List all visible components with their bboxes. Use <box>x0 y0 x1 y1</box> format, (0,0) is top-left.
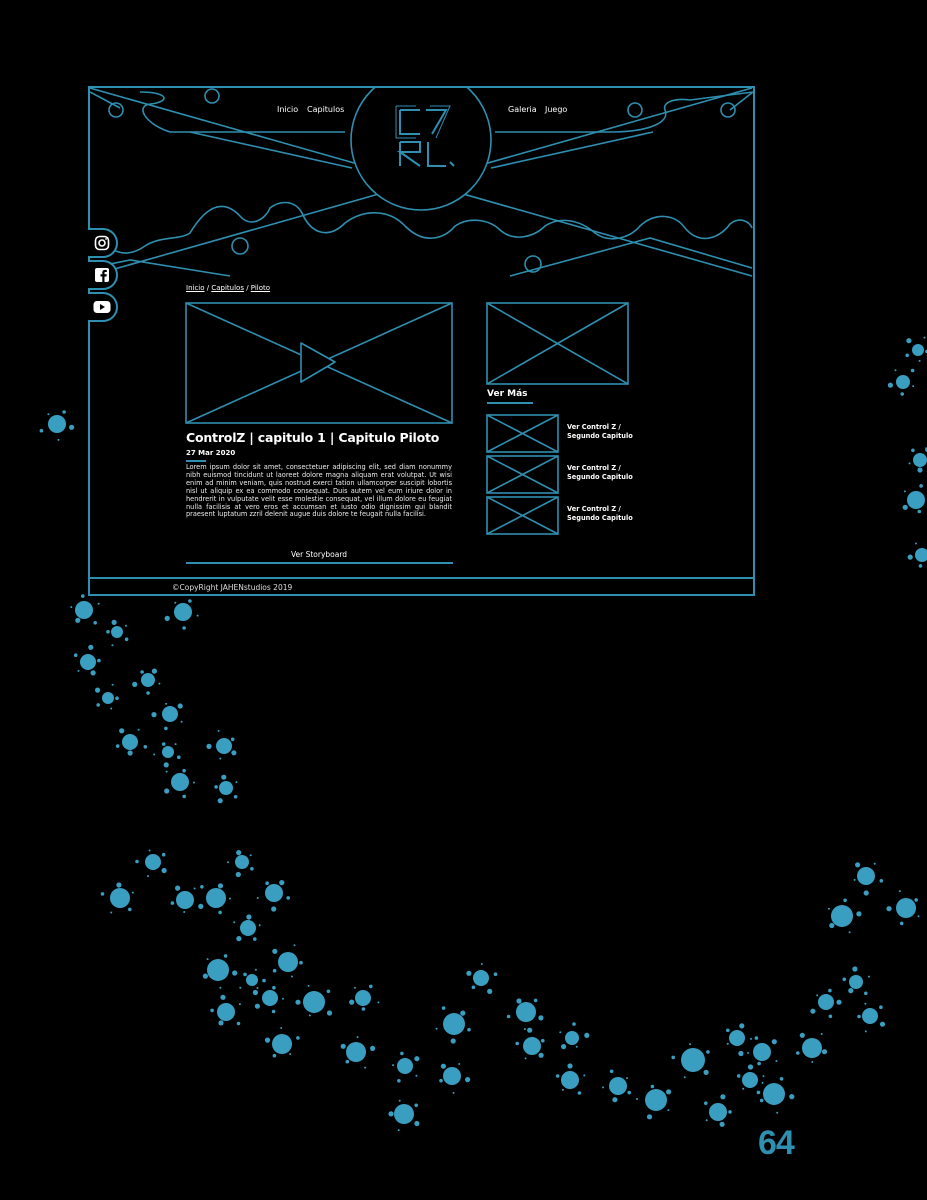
article-body: Lorem ipsum dolor sit amet, consectetuer… <box>186 463 452 519</box>
header-illustration <box>90 88 753 277</box>
facebook-button[interactable] <box>88 260 118 290</box>
nav-capitulos[interactable]: Capitulos <box>307 105 344 114</box>
breadcrumb-separator: / <box>243 284 251 292</box>
facebook-icon <box>95 268 109 282</box>
nav-inicio[interactable]: Inicio <box>277 105 298 114</box>
related-episode-3[interactable]: Ver Control Z / Segundo Capitulo <box>486 496 706 536</box>
nav-galeria[interactable]: Galeria <box>508 105 537 114</box>
video-player[interactable] <box>185 302 453 424</box>
related-label: Ver Control Z / Segundo Capitulo <box>567 505 633 522</box>
breadcrumb-capitulos[interactable]: Capitulos <box>211 284 244 292</box>
youtube-button[interactable] <box>88 292 118 322</box>
storyboard-underline <box>186 562 453 564</box>
related-thumbnail <box>486 455 559 494</box>
footer-divider <box>88 577 755 579</box>
copyright-text: ©CopyRight JAHENstudios 2019 <box>172 583 293 592</box>
ver-mas-underline <box>487 402 533 404</box>
related-thumbnail <box>486 414 559 453</box>
youtube-icon <box>93 301 111 313</box>
article-title: ControlZ | capitulo 1 | Capitulo Piloto <box>186 430 440 445</box>
ver-mas-heading: Ver Más <box>487 389 528 399</box>
page-number: 64 <box>758 1124 795 1162</box>
related-label: Ver Control Z / Segundo Capitulo <box>567 464 633 481</box>
related-thumbnail <box>486 496 559 535</box>
related-label: Ver Control Z / Segundo Capitulo <box>567 423 633 440</box>
storyboard-link[interactable]: Ver Storyboard <box>186 550 452 559</box>
related-episode-1[interactable]: Ver Control Z / Segundo Capitulo <box>486 414 706 454</box>
nav-juego[interactable]: Juego <box>545 105 567 114</box>
instagram-button[interactable] <box>88 228 118 258</box>
breadcrumb: Inicio / Capitulos / Piloto <box>186 284 270 292</box>
breadcrumb-piloto[interactable]: Piloto <box>251 284 270 292</box>
breadcrumb-inicio[interactable]: Inicio <box>186 284 205 292</box>
related-episode-2[interactable]: Ver Control Z / Segundo Capitulo <box>486 455 706 495</box>
article-date: 27 Mar 2020 <box>186 449 236 457</box>
wireframe-mockup: Inicio Capitulos Galeria Juego Inicio / … <box>88 86 755 596</box>
sidebar-image-placeholder <box>486 302 629 385</box>
date-underline <box>186 460 206 462</box>
play-icon[interactable] <box>300 342 336 383</box>
instagram-icon <box>94 235 110 251</box>
